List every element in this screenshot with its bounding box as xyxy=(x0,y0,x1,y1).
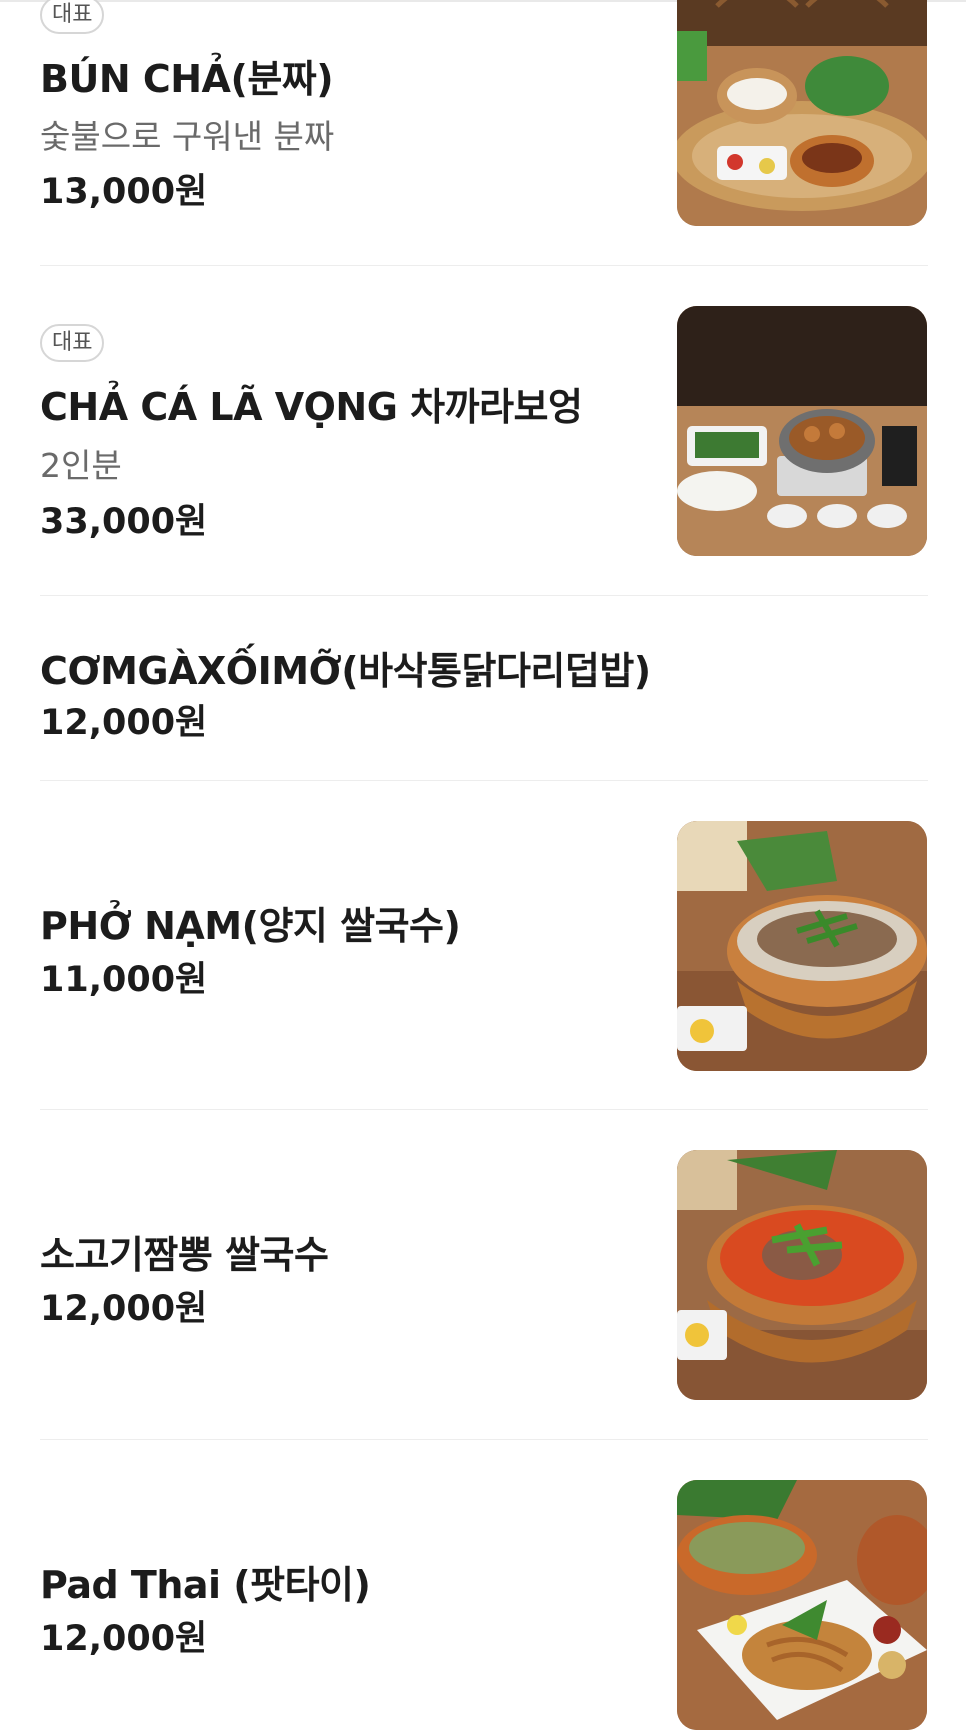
menu-item-pho-nam[interactable]: PHỞ NẠM(양지 쌀국수) 11,000원 xyxy=(0,781,966,1109)
menu-item-name: BÚN CHẢ(분짜) xyxy=(40,57,334,101)
menu-item-beef-jjamppong[interactable]: 소고기짬뽕 쌀국수 12,000원 xyxy=(0,1110,966,1439)
menu-item-bun-cha[interactable]: 대표 BÚN CHẢ(분짜) 숯불으로 구워낸 분짜 13,000원 xyxy=(0,0,966,265)
menu-item-price: 13,000원 xyxy=(40,172,208,212)
menu-item-name: Pad Thai (팟타이) xyxy=(40,1563,371,1607)
bun-cha-photo[interactable] xyxy=(677,0,927,226)
pad-thai-photo[interactable] xyxy=(677,1480,927,1730)
signature-badge: 대표 xyxy=(40,0,105,34)
beef-jjamppong-pho-photo[interactable] xyxy=(677,1150,927,1400)
menu-item-name: CHẢ CÁ LÃ VỌNG 차까라보엉 xyxy=(40,385,583,429)
menu-item-pad-thai[interactable]: Pad Thai (팟타이) 12,000원 xyxy=(0,1440,966,1730)
menu-item-com-ga[interactable]: CƠMGÀXỐIMỠ(바삭통닭다리덥밥) 12,000원 xyxy=(0,596,966,780)
menu-item-description: 2인분 xyxy=(40,446,122,485)
menu-item-price: 12,000원 xyxy=(40,1619,208,1659)
menu-item-price: 33,000원 xyxy=(40,502,208,542)
menu-item-price: 12,000원 xyxy=(40,1289,208,1329)
menu-item-cha-ca[interactable]: 대표 CHẢ CÁ LÃ VỌNG 차까라보엉 2인분 33,000원 xyxy=(0,266,966,595)
pho-nam-photo[interactable] xyxy=(677,821,927,1071)
menu-item-name: CƠMGÀXỐIMỠ(바삭통닭다리덥밥) xyxy=(40,649,651,693)
menu-item-price: 12,000원 xyxy=(40,703,208,743)
menu-item-description: 숯불으로 구워낸 분짜 xyxy=(40,117,335,156)
menu-item-name: PHỞ NẠM(양지 쌀국수) xyxy=(40,904,461,948)
signature-badge: 대표 xyxy=(40,324,105,362)
menu-item-price: 11,000원 xyxy=(40,960,208,1000)
cha-ca-photo[interactable] xyxy=(677,306,927,556)
menu-item-name: 소고기짬뽕 쌀국수 xyxy=(40,1233,329,1277)
